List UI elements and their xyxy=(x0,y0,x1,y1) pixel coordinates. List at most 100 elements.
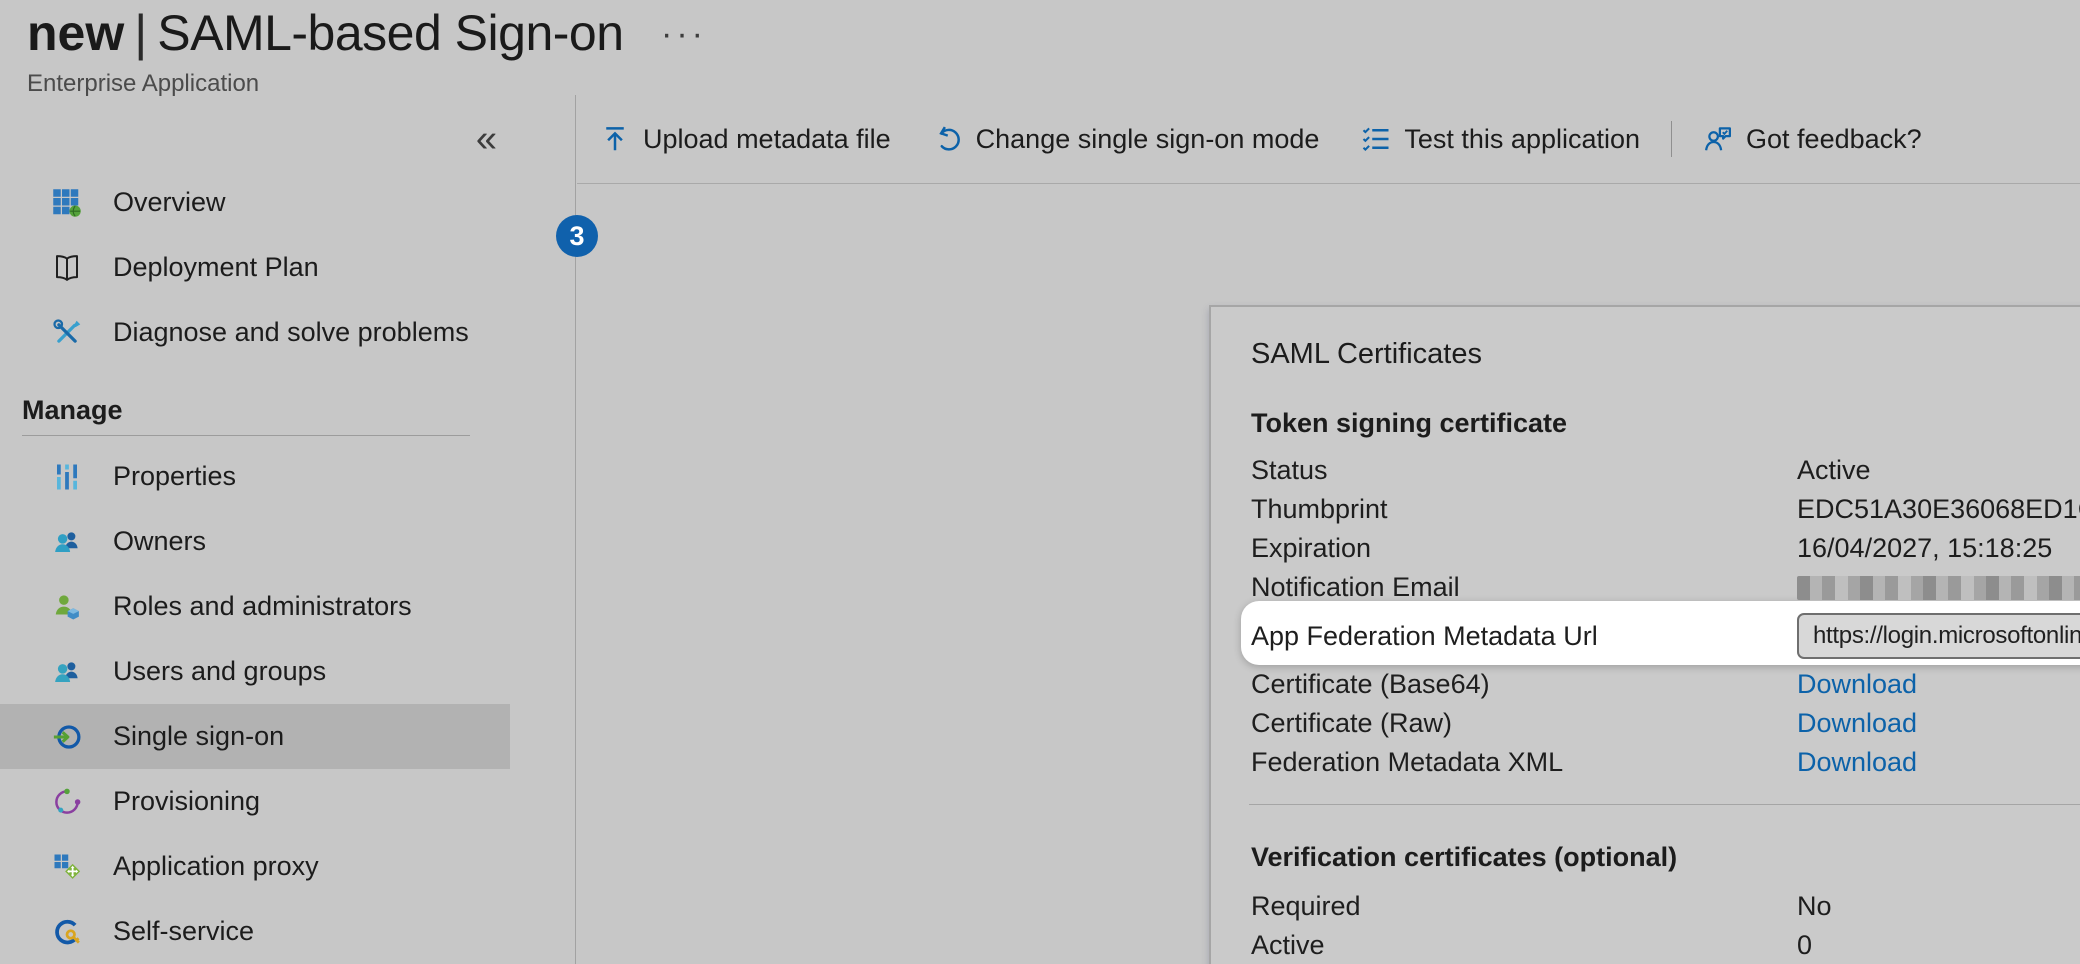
toolbar-button-got-feedback[interactable]: Got feedback? xyxy=(1682,124,1943,155)
row-label: Required xyxy=(1251,891,1797,922)
toolbar-button-change-single-sign-on-mode[interactable]: Change single sign-on mode xyxy=(912,124,1341,155)
sidebar-item-provisioning[interactable]: Provisioning xyxy=(0,769,510,834)
row-label: Active xyxy=(1251,930,1797,961)
sidebar-item-overview[interactable]: Overview xyxy=(0,170,510,235)
row-label: Status xyxy=(1251,455,1797,486)
checklist-icon xyxy=(1361,124,1391,154)
row-label: Thumbprint xyxy=(1251,494,1797,525)
page-title: new|SAML-based Sign-on xyxy=(27,4,624,62)
toolbar-button-test-this-application[interactable]: Test this application xyxy=(1340,124,1661,155)
sidebar-item-label: Users and groups xyxy=(113,656,326,687)
sidebar-item-single-sign-on[interactable]: Single sign-on xyxy=(0,704,510,769)
sidebar-nav-manage: Properties Owners Roles and administrators… xyxy=(0,444,575,964)
toolbar-button-label: Got feedback? xyxy=(1746,124,1922,155)
sidebar-item-label: Diagnose and solve problems xyxy=(113,317,469,348)
sidebar-item-label: Self-service xyxy=(113,916,254,947)
properties-icon xyxy=(52,462,82,492)
diagnose-icon xyxy=(52,318,82,348)
sidebar-item-deployment-plan[interactable]: Deployment Plan xyxy=(0,235,510,300)
sidebar-item-label: Overview xyxy=(113,187,226,218)
section-divider xyxy=(1249,804,2080,805)
sidebar-item-label: Properties xyxy=(113,461,236,492)
toolbar-button-label: Upload metadata file xyxy=(643,124,891,155)
row-notification-email: Notification Email xyxy=(1211,568,2080,607)
sidebar-item-properties[interactable]: Properties xyxy=(0,444,510,509)
upload-icon xyxy=(600,124,630,154)
token-signing-heading: Token signing certificate xyxy=(1251,407,2080,439)
single-sign-on-icon xyxy=(52,722,82,752)
application-proxy-icon xyxy=(52,852,82,882)
owners-icon xyxy=(52,527,82,557)
sidebar-item-label: Roles and administrators xyxy=(113,591,412,622)
app-federation-metadata-url-field[interactable]: https://login.microsoftonline.com/d3a4c1… xyxy=(1797,613,2080,659)
azure-saml-sso-blade: new|SAML-based Sign-on ··· Enterprise Ap… xyxy=(0,0,2080,964)
redacted-email-value xyxy=(1797,576,2080,600)
self-service-icon xyxy=(52,917,82,947)
row-thumbprint: ThumbprintEDC51A30E36068ED1CD0CDB3BECFAD… xyxy=(1211,490,2080,529)
metadata-url-value: https://login.microsoftonline.com/d3a4c1… xyxy=(1813,622,2080,650)
app-name: new xyxy=(27,5,124,61)
download-link-certificate-base64[interactable]: Download xyxy=(1797,669,1917,700)
row-app-federation-metadata-url: App Federation Metadata Url https://login… xyxy=(1211,607,2080,665)
row-certificate-base64: Certificate (Base64)Download xyxy=(1211,665,2080,704)
title-separator: | xyxy=(124,5,157,61)
sidebar-item-label: Provisioning xyxy=(113,786,260,817)
command-bar: Upload metadata file Change single sign-o… xyxy=(577,95,2080,184)
row-active: Active0 xyxy=(1211,926,2080,964)
row-label: Notification Email xyxy=(1251,572,1797,603)
feedback-icon xyxy=(1703,124,1733,154)
sidebar-item-label: Single sign-on xyxy=(113,721,284,752)
row-value: 0 xyxy=(1797,930,1812,961)
toolbar-button-label: Test this application xyxy=(1404,124,1640,155)
row-value: No xyxy=(1797,891,1832,922)
download-link-certificate-raw[interactable]: Download xyxy=(1797,708,1917,739)
row-certificate-raw: Certificate (Raw)Download xyxy=(1211,704,2080,743)
blade-title: SAML-based Sign-on xyxy=(157,5,623,61)
panel-title: SAML Certificates xyxy=(1211,307,2080,371)
sidebar-item-label: Application proxy xyxy=(113,851,319,882)
sidebar-section-manage: Manage xyxy=(22,395,575,435)
row-label: Certificate (Base64) xyxy=(1251,669,1797,700)
verification-heading: Verification certificates (optional) xyxy=(1251,841,2080,873)
row-value: EDC51A30E36068ED1CD0CDB3BECFAD34B71D0824 xyxy=(1797,494,2080,525)
sidebar-item-label: Deployment Plan xyxy=(113,252,319,283)
row-required: RequiredNo xyxy=(1211,887,2080,926)
row-label: Expiration xyxy=(1251,533,1797,564)
row-status: StatusActive xyxy=(1211,451,2080,490)
collapse-sidebar-icon[interactable]: « xyxy=(470,119,503,159)
row-expiration: Expiration16/04/2027, 15:18:25 xyxy=(1211,529,2080,568)
deployment-plan-icon xyxy=(52,253,82,283)
saml-certificates-panel: SAML Certificates Token signing certific… xyxy=(1209,305,2080,964)
token-signing-rows: StatusActiveThumbprintEDC51A30E36068ED1C… xyxy=(1211,451,2080,782)
row-label: App Federation Metadata Url xyxy=(1251,621,1797,652)
row-value: 16/04/2027, 15:18:25 xyxy=(1797,533,2052,564)
page-subtitle: Enterprise Application xyxy=(27,70,259,98)
sidebar-item-roles-and-administrators[interactable]: Roles and administrators xyxy=(0,574,510,639)
sidebar-item-users-and-groups[interactable]: Users and groups xyxy=(0,639,510,704)
download-link-federation-metadata-xml[interactable]: Download xyxy=(1797,747,1917,778)
sidebar-item-label: Owners xyxy=(113,526,206,557)
step-3-badge: 3 xyxy=(556,215,598,257)
content-area: Upload metadata file Change single sign-o… xyxy=(577,95,2080,964)
roles-icon xyxy=(52,592,82,622)
verification-rows: RequiredNoActive0Expired0 xyxy=(1211,887,2080,964)
overview-icon xyxy=(52,188,82,218)
more-menu-icon[interactable]: ··· xyxy=(655,14,713,55)
change-mode-icon xyxy=(933,124,963,154)
toolbar-button-label: Change single sign-on mode xyxy=(976,124,1320,155)
row-label: Certificate (Raw) xyxy=(1251,708,1797,739)
provisioning-icon xyxy=(52,787,82,817)
row-federation-metadata-xml: Federation Metadata XMLDownload xyxy=(1211,743,2080,782)
sidebar-item-application-proxy[interactable]: Application proxy xyxy=(0,834,510,899)
sidebar: « Overview Deployment Plan Diagnose and so… xyxy=(0,95,576,964)
sidebar-item-diagnose-and-solve-problems[interactable]: Diagnose and solve problems xyxy=(0,300,510,365)
sidebar-divider xyxy=(22,435,470,436)
sidebar-item-self-service[interactable]: Self-service xyxy=(0,899,510,964)
sidebar-nav-top: Overview Deployment Plan Diagnose and solv… xyxy=(0,170,575,365)
users-groups-icon xyxy=(52,657,82,687)
row-value: Active xyxy=(1797,455,1871,486)
toolbar-divider xyxy=(1671,121,1672,157)
toolbar-button-upload-metadata-file[interactable]: Upload metadata file xyxy=(579,124,912,155)
sidebar-item-owners[interactable]: Owners xyxy=(0,509,510,574)
row-label: Federation Metadata XML xyxy=(1251,747,1797,778)
